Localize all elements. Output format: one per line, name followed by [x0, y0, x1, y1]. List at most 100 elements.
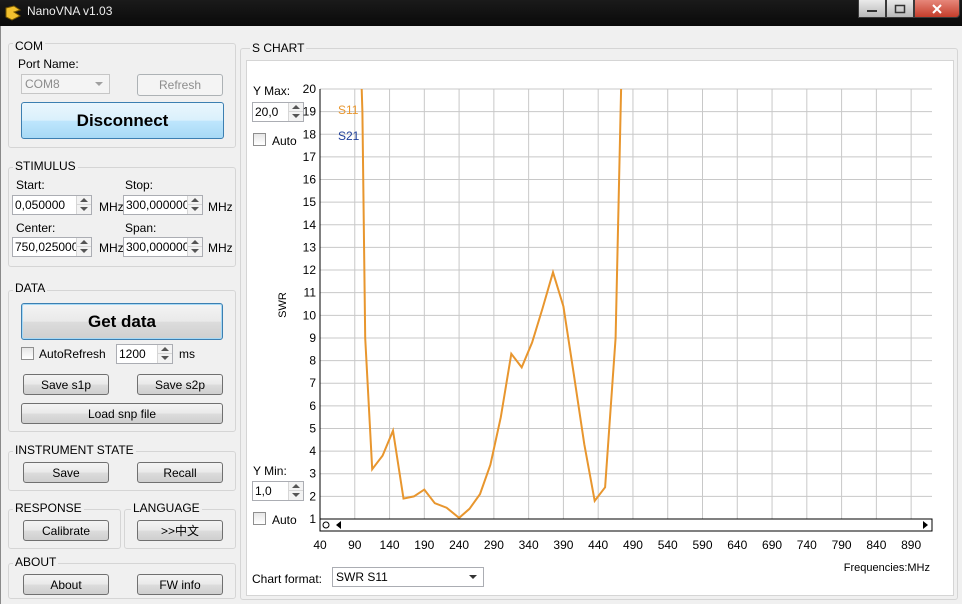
language-switch-button[interactable]: >>中文: [137, 520, 223, 541]
x-axis-label: Frequencies:MHz: [844, 562, 930, 574]
maximize-button[interactable]: [886, 0, 914, 18]
language-title: LANGUAGE: [131, 501, 202, 515]
data-group-title: DATA: [13, 281, 48, 295]
y-tick-label: 14: [303, 218, 317, 232]
x-tick-label: 290: [484, 538, 504, 552]
y-tick-label: 18: [303, 127, 317, 141]
port-name-label: Port Name:: [18, 57, 79, 71]
y-tick-label: 5: [309, 421, 316, 435]
load-snp-button[interactable]: Load snp file: [21, 403, 223, 424]
autorefresh-label: AutoRefresh: [39, 347, 106, 361]
stop-value: 300,000000: [126, 198, 190, 212]
close-icon: [932, 3, 942, 14]
x-tick-label: 490: [623, 538, 643, 552]
x-tick-label: 340: [519, 538, 539, 552]
y-tick-label: 2: [309, 489, 316, 503]
x-tick-label: 840: [866, 538, 886, 552]
save-s2p-button[interactable]: Save s2p: [137, 374, 223, 395]
x-tick-label: 640: [727, 538, 747, 552]
save-s1p-button[interactable]: Save s1p: [23, 374, 109, 395]
x-tick-labels: 40 90 140 190 240 290 340 390 440 490 540 590 640 690…: [313, 538, 921, 552]
center-input[interactable]: 750,025000: [12, 237, 92, 257]
x-tick-label: 90: [348, 538, 362, 552]
com-group-title: COM: [13, 39, 45, 53]
app-icon: [5, 5, 22, 21]
stop-label: Stop:: [125, 178, 154, 192]
center-unit: MHz: [99, 241, 124, 255]
x-tick-label: 40: [313, 538, 327, 552]
y-tick-labels: 1234567891011121314151617181920: [303, 82, 317, 526]
title-bar: NanoVNA v1.03: [0, 0, 962, 26]
s-chart-title: S CHART: [250, 41, 307, 55]
interval-value: 1200: [119, 347, 146, 361]
minimize-icon: [867, 9, 877, 12]
x-tick-label: 240: [449, 538, 469, 552]
chart-legend: S11 S21: [338, 103, 360, 143]
stop-unit: MHz: [208, 200, 233, 214]
y-tick-label: 16: [303, 173, 317, 187]
disconnect-button[interactable]: Disconnect: [21, 102, 224, 139]
x-tick-label: 390: [553, 538, 573, 552]
response-title: RESPONSE: [13, 501, 84, 515]
start-label: Start:: [16, 178, 45, 192]
refresh-button[interactable]: Refresh: [137, 74, 223, 96]
x-tick-label: 540: [658, 538, 678, 552]
y-tick-label: 19: [303, 105, 317, 119]
minimize-button[interactable]: [858, 0, 886, 18]
y-tick-label: 1: [309, 512, 316, 526]
y-tick-label: 15: [303, 195, 317, 209]
y-tick-label: 9: [309, 331, 316, 345]
horizontal-scrollbar[interactable]: [319, 518, 933, 532]
stop-input[interactable]: 300,000000: [123, 195, 203, 215]
y-tick-label: 4: [309, 444, 316, 458]
y-tick-label: 20: [303, 82, 317, 96]
span-input[interactable]: 300,000000: [123, 237, 203, 257]
y-tick-label: 12: [303, 263, 317, 277]
autorefresh-checkbox[interactable]: [21, 347, 34, 360]
save-state-button[interactable]: Save: [23, 462, 109, 483]
y-tick-label: 17: [303, 150, 317, 164]
about-title: ABOUT: [13, 555, 59, 569]
port-name-value: COM8: [25, 77, 60, 91]
y-tick-label: 8: [309, 354, 316, 368]
chart-series: [360, 89, 623, 519]
stimulus-group-title: STIMULUS: [13, 159, 78, 173]
span-spinner[interactable]: [187, 238, 202, 256]
y-tick-label: 10: [303, 308, 317, 322]
get-data-button[interactable]: Get data: [21, 303, 223, 340]
center-label: Center:: [16, 221, 56, 235]
stop-spinner[interactable]: [187, 196, 202, 214]
x-tick-label: 590: [692, 538, 712, 552]
window-title: NanoVNA v1.03: [27, 4, 113, 18]
calibrate-button[interactable]: Calibrate: [23, 520, 109, 541]
interval-spinner[interactable]: [157, 345, 172, 363]
maximize-icon: [894, 4, 906, 13]
start-unit: MHz: [99, 200, 124, 214]
x-tick-label: 890: [901, 538, 921, 552]
interval-input[interactable]: 1200: [116, 344, 173, 364]
port-name-select[interactable]: COM8: [21, 74, 110, 94]
center-spinner[interactable]: [76, 238, 91, 256]
span-value: 300,000000: [126, 240, 190, 254]
y-tick-label: 6: [309, 399, 316, 413]
legend-entry-s21: S21: [338, 129, 360, 143]
y-tick-label: 7: [309, 376, 316, 390]
y-axis-label: SWR: [277, 292, 289, 318]
about-button[interactable]: About: [23, 574, 109, 595]
close-button[interactable]: [914, 0, 960, 18]
series-line-s11: [360, 89, 623, 519]
instrument-state-title: INSTRUMENT STATE: [13, 443, 136, 457]
fw-info-button[interactable]: FW info: [137, 574, 223, 595]
start-spinner[interactable]: [76, 196, 91, 214]
legend-entry-s11: S11: [338, 103, 359, 117]
x-tick-label: 140: [380, 538, 400, 552]
span-unit: MHz: [208, 241, 233, 255]
x-tick-label: 690: [762, 538, 782, 552]
recall-button[interactable]: Recall: [137, 462, 223, 483]
x-tick-label: 190: [414, 538, 434, 552]
start-input[interactable]: 0,050000: [12, 195, 92, 215]
start-value: 0,050000: [15, 198, 66, 212]
interval-unit: ms: [179, 347, 195, 361]
y-tick-label: 3: [309, 467, 316, 481]
x-tick-label: 790: [832, 538, 852, 552]
